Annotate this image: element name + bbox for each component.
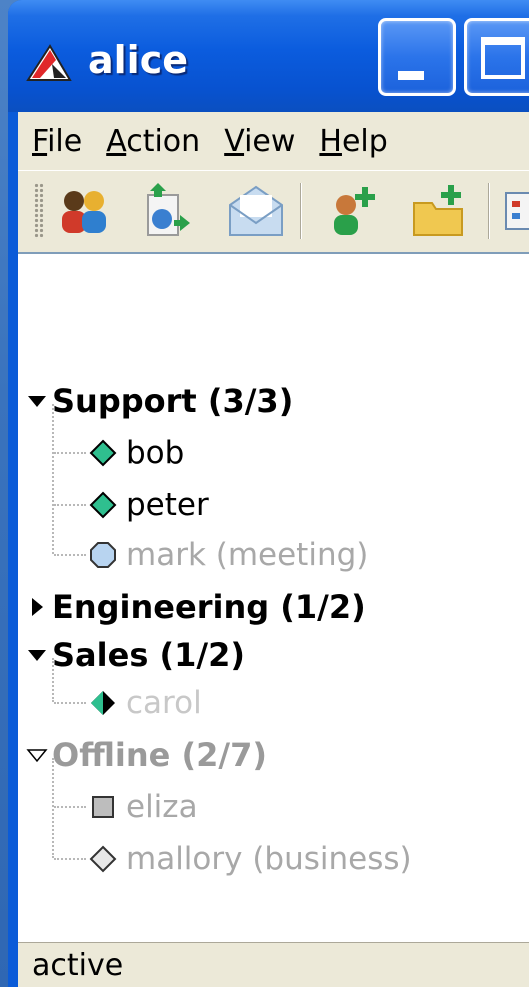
contact-name: mallory (business) xyxy=(126,841,412,877)
maximize-button[interactable] xyxy=(464,18,529,96)
tree-line xyxy=(54,806,86,808)
minimize-button[interactable] xyxy=(378,18,456,96)
contact-item[interactable]: bob xyxy=(88,428,184,478)
group-engineering[interactable]: Engineering (1/2) xyxy=(26,582,366,632)
menu-view[interactable]: View xyxy=(224,124,295,159)
send-file-icon[interactable] xyxy=(138,181,198,241)
invisible-diamond-icon xyxy=(91,691,115,715)
group-label: Sales (1/2) xyxy=(52,636,245,674)
toolbar-grip[interactable] xyxy=(34,183,44,239)
status-text: active xyxy=(32,948,124,983)
online-diamond-icon xyxy=(89,491,117,519)
contacts-icon[interactable] xyxy=(54,181,114,241)
tree-line xyxy=(52,404,54,554)
group-label: Engineering (1/2) xyxy=(52,588,366,626)
app-window: alice File Action View Help Support (3/3… xyxy=(8,0,529,987)
title-bar[interactable]: alice xyxy=(8,0,529,112)
group-offline[interactable]: Offline (2/7) xyxy=(26,730,267,780)
contact-name: mark (meeting) xyxy=(126,537,369,573)
online-diamond-icon xyxy=(89,439,117,467)
status-bar[interactable]: active xyxy=(18,942,529,987)
tree-line xyxy=(54,554,86,556)
client-area: File Action View Help Support (3/3) bob … xyxy=(18,112,529,987)
contact-item[interactable]: eliza xyxy=(88,782,198,832)
message-icon[interactable] xyxy=(226,181,286,241)
tree-line xyxy=(52,658,54,702)
contact-item[interactable]: carol xyxy=(88,678,202,728)
menu-action[interactable]: Action xyxy=(106,124,200,159)
tree-line xyxy=(54,858,86,860)
contact-item[interactable]: mark (meeting) xyxy=(88,530,368,580)
collapsed-arrow-icon[interactable] xyxy=(26,596,48,618)
add-group-icon[interactable] xyxy=(410,181,470,241)
contact-name: carol xyxy=(126,685,202,721)
expanded-arrow-outline-icon[interactable] xyxy=(26,744,48,766)
group-label: Offline (2/7) xyxy=(52,736,267,774)
contact-name: eliza xyxy=(126,789,198,825)
tree-line xyxy=(54,504,86,506)
expanded-arrow-icon[interactable] xyxy=(26,390,48,412)
app-logo-icon xyxy=(26,44,72,81)
contact-item[interactable]: mallory (business) xyxy=(88,834,412,884)
toolbar xyxy=(18,170,529,250)
menu-file[interactable]: File xyxy=(32,124,82,159)
group-support[interactable]: Support (3/3) xyxy=(26,376,293,426)
window-title: alice xyxy=(88,38,188,82)
tree-line xyxy=(52,758,54,858)
expanded-arrow-icon[interactable] xyxy=(26,644,48,666)
toolbar-separator xyxy=(300,183,302,239)
group-sales[interactable]: Sales (1/2) xyxy=(26,630,245,680)
offline-square-icon xyxy=(92,796,114,818)
contact-tree: Support (3/3) bob peter mark (meeting) E… xyxy=(18,252,529,942)
menu-help[interactable]: Help xyxy=(319,124,387,159)
add-contact-icon[interactable] xyxy=(324,181,384,241)
tree-line xyxy=(54,702,86,704)
more-icon[interactable] xyxy=(502,181,529,241)
menu-bar: File Action View Help xyxy=(18,112,529,170)
contact-name: peter xyxy=(126,487,209,523)
away-octagon-icon xyxy=(90,542,116,568)
offline-diamond-icon xyxy=(89,845,117,873)
tree-line xyxy=(54,452,86,454)
toolbar-separator xyxy=(488,183,490,239)
group-label: Support (3/3) xyxy=(52,382,294,420)
contact-name: bob xyxy=(126,435,185,471)
contact-item[interactable]: peter xyxy=(88,480,209,530)
